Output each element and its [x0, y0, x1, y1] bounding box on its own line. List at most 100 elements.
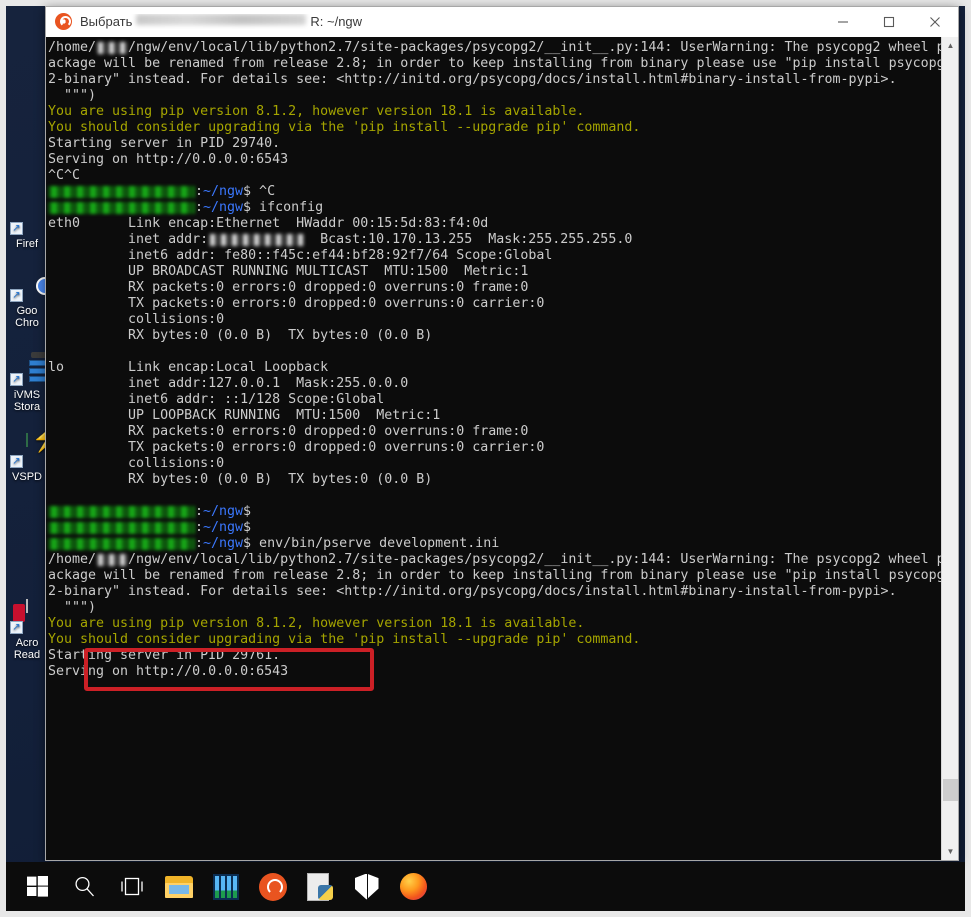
terminal-text: /home/ [48, 40, 96, 55]
file-explorer-icon[interactable] [155, 863, 202, 910]
terminal-body[interactable]: /home/ /ngw/env/local/lib/python2.7/site… [46, 37, 958, 860]
start-button[interactable] [14, 863, 61, 910]
terminal-text: $ [243, 520, 251, 535]
maximize-button[interactable] [866, 7, 912, 37]
terminal-line: RX bytes:0 (0.0 B) TX bytes:0 (0.0 B) [48, 472, 941, 488]
terminal-text: RX bytes:0 (0.0 B) TX bytes:0 (0.0 B) [48, 328, 432, 343]
python-document-icon[interactable] [296, 863, 343, 910]
terminal-text: Serving on http://0.0.0.0:6543 [48, 664, 288, 679]
terminal-line: ackage will be renamed from release 2.8;… [48, 56, 941, 72]
terminal-text: """) [48, 88, 96, 103]
terminal-text: eth0 Link encap:Ethernet HWaddr 00:15:5d… [48, 216, 488, 231]
terminal-line: inet6 addr: ::1/128 Scope:Global [48, 392, 941, 408]
terminal-text: : [195, 520, 203, 535]
terminal-line: RX packets:0 errors:0 dropped:0 overruns… [48, 280, 941, 296]
shortcut-arrow-icon: ↗ [10, 455, 23, 468]
server-manager-icon[interactable] [202, 863, 249, 910]
redacted-prompt-user-host [48, 538, 195, 550]
terminal-text: collisions:0 [48, 312, 224, 327]
terminal-text: /ngw/env/local/lib/python2.7/site-packag… [128, 552, 941, 567]
terminal-line: Starting server in PID 29761. [48, 648, 941, 664]
terminal-line: inet6 addr: fe80::f45c:ef44:bf28:92f7/64… [48, 248, 941, 264]
chrome-icon: ↗ [10, 268, 44, 302]
minimize-button[interactable] [820, 7, 866, 37]
firefox-icon[interactable] [390, 863, 437, 910]
terminal-line: """) [48, 600, 941, 616]
windows-defender-icon[interactable] [343, 863, 390, 910]
terminal-line: UP BROADCAST RUNNING MULTICAST MTU:1500 … [48, 264, 941, 280]
terminal-window[interactable]: Выбрать R: ~/ngw /home/ /ngw/env/local/l… [45, 6, 959, 861]
terminal-text: Serving on http://0.0.0.0:6543 [48, 152, 288, 167]
terminal-line: collisions:0 [48, 456, 941, 472]
terminal-line [48, 488, 941, 504]
terminal-text: 2-binary" instead. For details see: <htt… [48, 72, 897, 87]
shortcut-arrow-icon: ↗ [10, 373, 23, 386]
redacted-prompt-user-host [48, 506, 195, 518]
task-view-icon[interactable] [108, 863, 155, 910]
screen: ↗ Firef ↗ Goo Chro ↗ iVMS [0, 0, 971, 917]
storage-icon: ↗ [10, 352, 44, 386]
window-title-prefix: Выбрать [80, 14, 132, 29]
terminal-text: : [195, 200, 203, 215]
terminal-line: Serving on http://0.0.0.0:6543 [48, 664, 941, 680]
terminal-text: RX packets:0 errors:0 dropped:0 overruns… [48, 424, 528, 439]
terminal-line: You should consider upgrading via the 'p… [48, 120, 941, 136]
terminal-text: Starting server in PID 29740. [48, 136, 280, 151]
terminal-text: lo Link encap:Local Loopback [48, 360, 328, 375]
terminal-text: You are using pip version 8.1.2, however… [48, 616, 584, 631]
ubuntu-icon[interactable] [249, 863, 296, 910]
terminal-text: RX bytes:0 (0.0 B) TX bytes:0 (0.0 B) [48, 472, 432, 487]
shortcut-arrow-icon: ↗ [10, 222, 23, 235]
scroll-up-icon[interactable]: ▲ [942, 37, 958, 54]
terminal-text: You should consider upgrading via the 'p… [48, 120, 640, 135]
terminal-text: inet6 addr: ::1/128 Scope:Global [48, 392, 384, 407]
terminal-text: UP BROADCAST RUNNING MULTICAST MTU:1500 … [48, 264, 528, 279]
taskbar[interactable] [6, 862, 965, 911]
terminal-text: inet6 addr: fe80::f45c:ef44:bf28:92f7/64… [48, 248, 552, 263]
terminal-text: You are using pip version 8.1.2, however… [48, 104, 584, 119]
window-titlebar[interactable]: Выбрать R: ~/ngw [46, 7, 958, 37]
terminal-line: collisions:0 [48, 312, 941, 328]
search-icon[interactable] [61, 863, 108, 910]
terminal-text: ~/ngw [203, 536, 243, 551]
vspd-icon: ↗ [10, 434, 44, 468]
shortcut-arrow-icon: ↗ [10, 289, 23, 302]
terminal-line: 2-binary" instead. For details see: <htt… [48, 584, 941, 600]
terminal-text: RX packets:0 errors:0 dropped:0 overruns… [48, 280, 528, 295]
terminal-line: ackage will be renamed from release 2.8;… [48, 568, 941, 584]
redacted-value [208, 234, 304, 246]
terminal-line: """) [48, 88, 941, 104]
terminal-text: /ngw/env/local/lib/python2.7/site-packag… [128, 40, 941, 55]
terminal-text: ~/ngw [203, 200, 243, 215]
scroll-down-icon[interactable]: ▼ [942, 843, 958, 860]
terminal-line: :~/ngw$ [48, 520, 941, 536]
terminal-output[interactable]: /home/ /ngw/env/local/lib/python2.7/site… [46, 37, 941, 860]
terminal-line: UP LOOPBACK RUNNING MTU:1500 Metric:1 [48, 408, 941, 424]
redacted-value [96, 42, 128, 54]
terminal-line: RX bytes:0 (0.0 B) TX bytes:0 (0.0 B) [48, 328, 941, 344]
terminal-line: :~/ngw$ ifconfig [48, 200, 941, 216]
terminal-text: """) [48, 600, 96, 615]
scrollbar-thumb[interactable] [943, 779, 958, 801]
terminal-text: ~/ngw [203, 504, 243, 519]
terminal-text: ~/ngw [203, 520, 243, 535]
terminal-line: You are using pip version 8.1.2, however… [48, 616, 941, 632]
terminal-scrollbar[interactable]: ▲ ▼ [941, 37, 958, 860]
terminal-text: You should consider upgrading via the 'p… [48, 632, 640, 647]
redacted-prompt-user-host [48, 202, 195, 214]
terminal-text: ackage will be renamed from release 2.8;… [48, 56, 941, 71]
terminal-line: :~/ngw$ ^C [48, 184, 941, 200]
terminal-line: lo Link encap:Local Loopback [48, 360, 941, 376]
terminal-text: inet addr: [48, 232, 208, 247]
redacted-prompt-user-host [48, 522, 195, 534]
terminal-text: : [195, 536, 203, 551]
terminal-line: /home/ /ngw/env/local/lib/python2.7/site… [48, 40, 941, 56]
terminal-line: TX packets:0 errors:0 dropped:0 overruns… [48, 296, 941, 312]
window-title-redacted [136, 14, 306, 25]
close-button[interactable] [912, 7, 958, 37]
terminal-text: inet addr:127.0.0.1 Mask:255.0.0.0 [48, 376, 408, 391]
terminal-line: inet addr: Bcast:10.170.13.255 Mask:255.… [48, 232, 941, 248]
terminal-line: inet addr:127.0.0.1 Mask:255.0.0.0 [48, 376, 941, 392]
terminal-line: You are using pip version 8.1.2, however… [48, 104, 941, 120]
shortcut-arrow-icon: ↗ [10, 621, 23, 634]
